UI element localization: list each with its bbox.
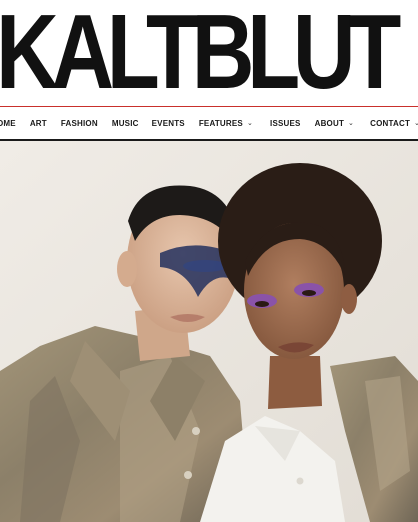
nav-item-label: FEATURES xyxy=(198,118,243,128)
masthead: KALTBLUT xyxy=(0,0,418,104)
hero-photo-illustration xyxy=(0,141,418,522)
nav-item-features[interactable]: FEATURES ⌄ xyxy=(199,119,253,128)
nav-item-events[interactable]: EVENTS xyxy=(152,119,185,128)
nav-item-about[interactable]: ABOUT ⌄ xyxy=(315,119,355,128)
nav-item-label: ISSUES xyxy=(270,118,301,128)
nav-item-contact[interactable]: CONTACT ⌄ xyxy=(370,119,418,128)
nav-item-art[interactable]: ART xyxy=(30,119,47,128)
nav-item-label: CONTACT xyxy=(370,118,411,128)
nav-item-label: MUSIC xyxy=(111,118,139,128)
nav-item-fashion[interactable]: FASHION xyxy=(61,119,98,128)
nav-item-label: EVENTS xyxy=(151,118,185,128)
chevron-down-icon: ⌄ xyxy=(246,120,254,127)
hero-image[interactable] xyxy=(0,141,418,522)
site-logo[interactable]: KALTBLUT xyxy=(0,0,401,104)
chevron-down-icon: ⌄ xyxy=(414,120,418,127)
nav-item-issues[interactable]: ISSUES xyxy=(270,119,301,128)
main-navigation: OME ART FASHION MUSIC EVENTS FEATURES ⌄ … xyxy=(0,107,418,139)
nav-item-label: ABOUT xyxy=(314,118,345,128)
nav-item-label: OME xyxy=(0,118,16,128)
nav-item-home[interactable]: OME xyxy=(0,119,16,128)
chevron-down-icon: ⌄ xyxy=(348,120,355,127)
nav-item-label: FASHION xyxy=(60,118,98,128)
nav-item-music[interactable]: MUSIC xyxy=(112,119,139,128)
nav-item-label: ART xyxy=(29,118,47,128)
